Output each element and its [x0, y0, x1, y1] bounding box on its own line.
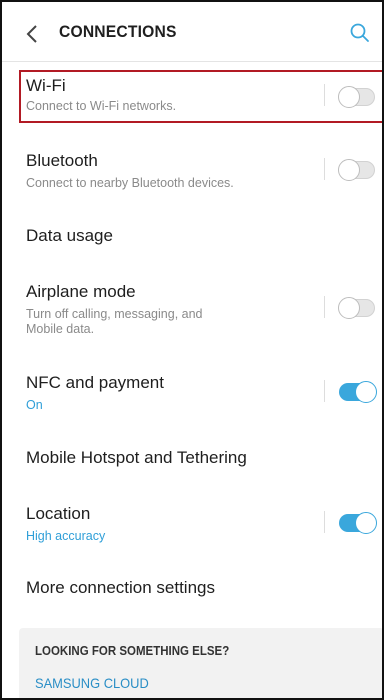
toggle-knob	[338, 297, 360, 319]
airplane-mode-toggle[interactable]	[338, 297, 375, 319]
setting-row-more-connection-settings[interactable]: More connection settings	[2, 566, 382, 616]
setting-status: On	[26, 398, 43, 412]
setting-subtitle: Turn off calling, messaging, and Mobile …	[26, 307, 203, 336]
divider	[324, 511, 325, 533]
search-button[interactable]	[348, 21, 372, 45]
toggle-knob	[355, 512, 377, 534]
setting-subtitle: Connect to nearby Bluetooth devices.	[26, 176, 234, 190]
setting-row-nfc[interactable]: NFC and payment On	[2, 360, 382, 424]
divider	[324, 296, 325, 318]
nfc-toggle[interactable]	[339, 381, 377, 403]
setting-title: More connection settings	[26, 578, 215, 597]
setting-row-bluetooth[interactable]: Bluetooth Connect to nearby Bluetooth de…	[2, 136, 382, 202]
divider	[324, 158, 325, 180]
divider	[324, 380, 325, 402]
divider	[324, 84, 325, 106]
setting-title: Bluetooth	[26, 151, 98, 170]
wifi-toggle[interactable]	[338, 86, 375, 108]
toggle-knob	[355, 381, 377, 403]
samsung-cloud-link[interactable]: SAMSUNG CLOUD	[35, 675, 149, 691]
setting-status: High accuracy	[26, 529, 106, 543]
setting-title: Wi-Fi	[26, 76, 66, 95]
app-bar: CONNECTIONS	[2, 2, 382, 62]
toggle-knob	[338, 159, 360, 181]
setting-title: Location	[26, 504, 91, 523]
setting-row-wifi[interactable]: Wi-Fi Connect to Wi-Fi networks.	[2, 64, 382, 128]
suggestion-heading: LOOKING FOR SOMETHING ELSE?	[35, 644, 230, 658]
suggestion-card: LOOKING FOR SOMETHING ELSE? SAMSUNG CLOU…	[19, 628, 382, 698]
chevron-left-icon	[26, 25, 37, 43]
setting-title: NFC and payment	[26, 373, 164, 392]
setting-row-data-usage[interactable]: Data usage	[2, 212, 382, 262]
toggle-knob	[338, 86, 360, 108]
setting-title: Airplane mode	[26, 282, 136, 301]
setting-subtitle: Connect to Wi-Fi networks.	[26, 99, 177, 113]
setting-title: Mobile Hotspot and Tethering	[26, 448, 247, 467]
search-icon	[350, 23, 369, 42]
location-toggle[interactable]	[339, 512, 377, 534]
page-title: CONNECTIONS	[59, 22, 177, 41]
setting-row-location[interactable]: Location High accuracy	[2, 492, 382, 558]
screen: CONNECTIONS Wi-Fi Connect to Wi-Fi netwo…	[0, 0, 384, 700]
back-button[interactable]	[22, 22, 42, 46]
setting-row-mobile-hotspot[interactable]: Mobile Hotspot and Tethering	[2, 434, 382, 484]
setting-row-airplane-mode[interactable]: Airplane mode Turn off calling, messagin…	[2, 270, 382, 350]
setting-title: Data usage	[26, 226, 113, 245]
bluetooth-toggle[interactable]	[338, 159, 375, 181]
